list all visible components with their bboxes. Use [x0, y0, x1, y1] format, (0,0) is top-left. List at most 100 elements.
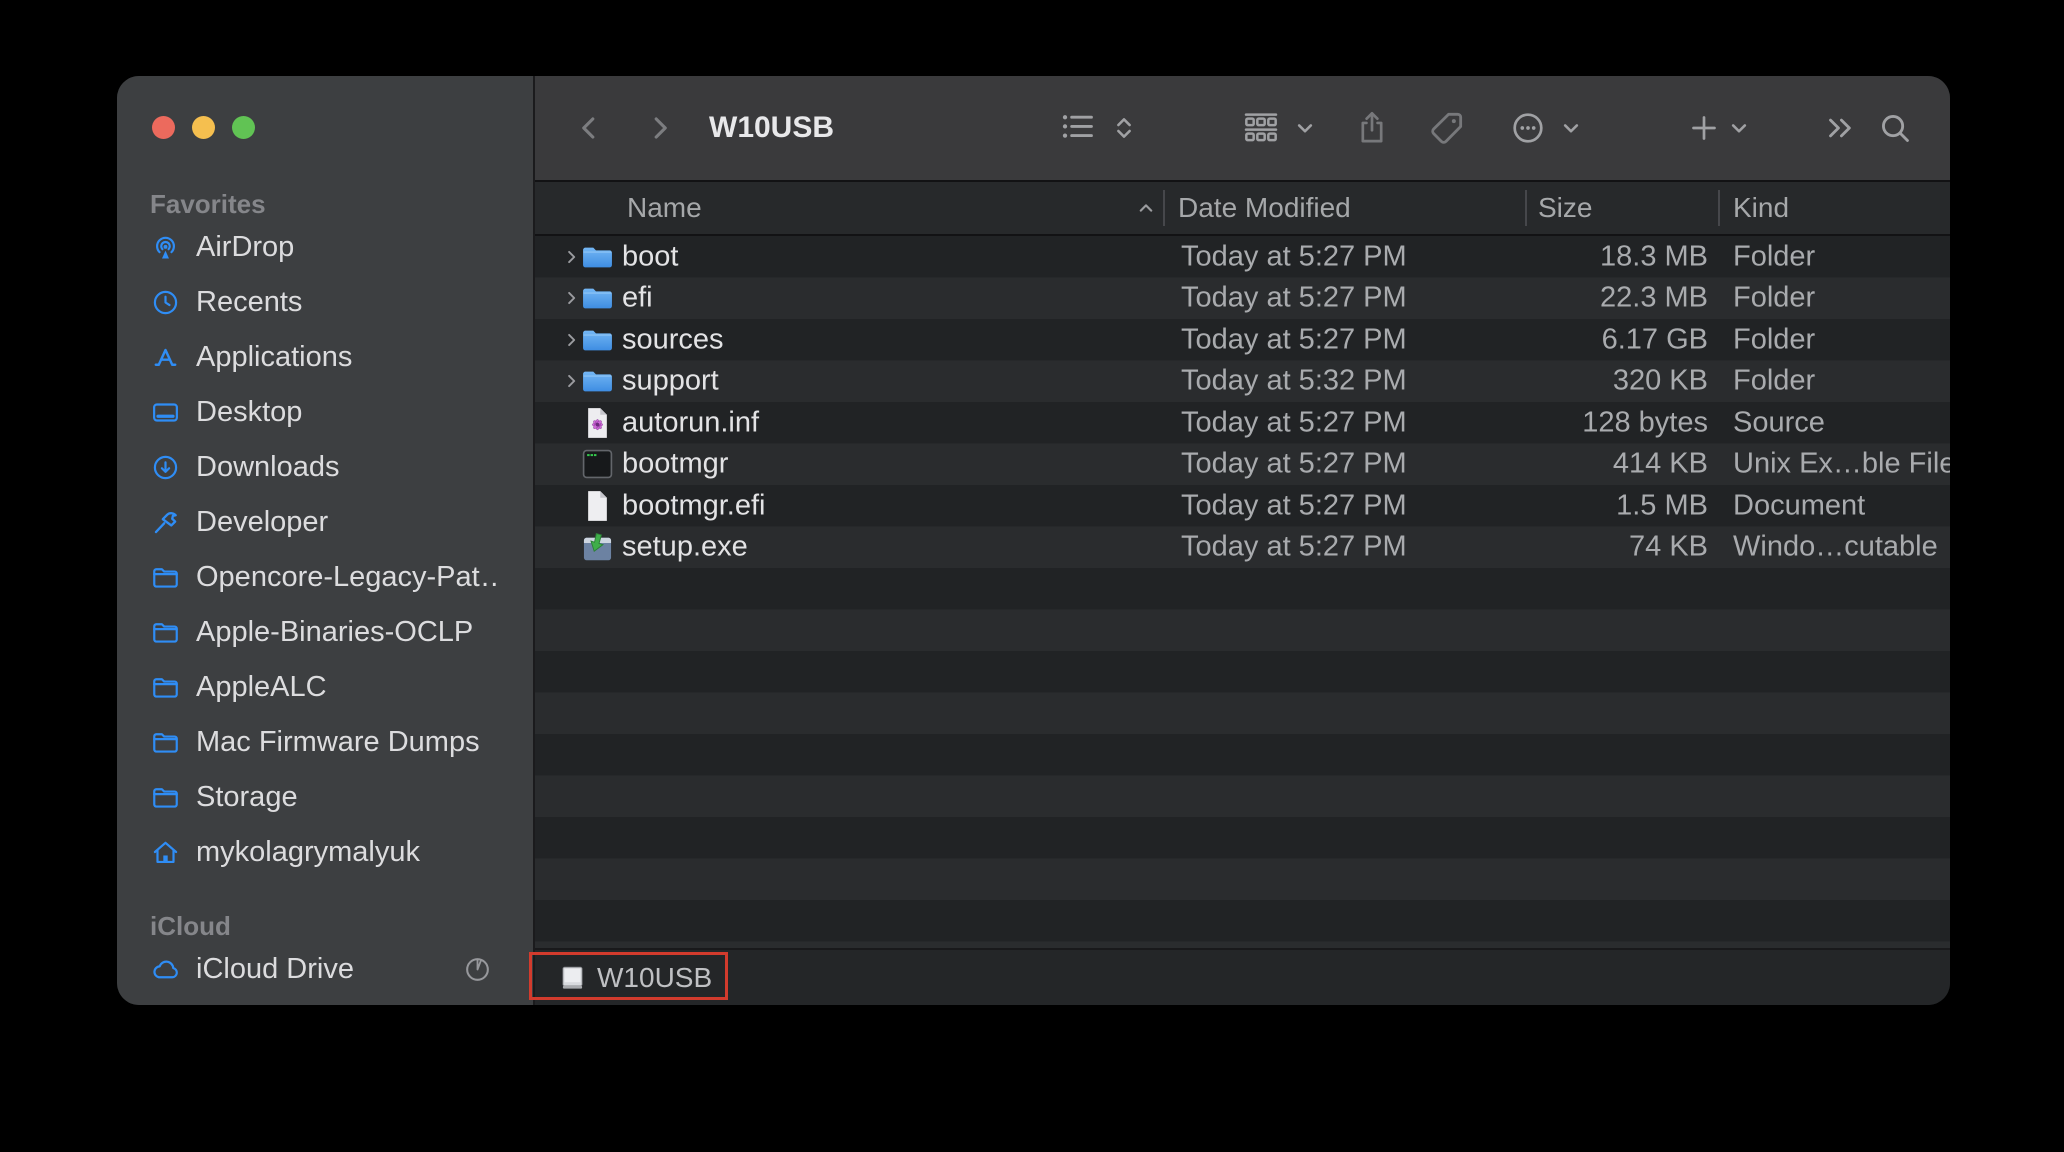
- file-name: setup.exe: [622, 530, 748, 563]
- sort-ascending-icon[interactable]: [1133, 195, 1159, 221]
- file-name: boot: [622, 240, 679, 273]
- file-row-setup-exe[interactable]: setup.exe Today at 5:27 PM 74 KB Windo…c…: [535, 527, 1950, 569]
- sidebar-item-label: Apple-Binaries-OCLP: [196, 616, 474, 648]
- sidebar-nav: Favorites AirDrop Recents Applications D…: [117, 76, 533, 997]
- file-name: bootmgr.efi: [622, 489, 766, 522]
- sidebar-item-desktop[interactable]: Desktop: [117, 385, 533, 440]
- sidebar-item-mykolagrymalyuk[interactable]: mykolagrymalyuk: [117, 825, 533, 880]
- sidebar: Favorites AirDrop Recents Applications D…: [117, 76, 535, 1005]
- sidebar-item-applealc[interactable]: AppleALC: [117, 660, 533, 715]
- disclosure-chevron-icon[interactable]: [562, 247, 581, 266]
- file-row-autorun-inf[interactable]: autorun.inf Today at 5:27 PM 128 bytes S…: [535, 402, 1950, 444]
- clock-icon: [150, 287, 181, 318]
- file-kind: Folder: [1733, 323, 1816, 356]
- sidebar-item-downloads[interactable]: Downloads: [117, 440, 533, 495]
- overflow-double-chevron-icon[interactable]: [1823, 111, 1857, 145]
- sidebar-item-label: Mac Firmware Dumps: [196, 726, 480, 758]
- sidebar-item-mac-firmware-dumps[interactable]: Mac Firmware Dumps: [117, 715, 533, 770]
- file-name: autorun.inf: [622, 406, 760, 439]
- close-button[interactable]: [152, 116, 175, 139]
- sidebar-item-label: Opencore-Legacy-Pat…: [196, 561, 496, 593]
- column-divider[interactable]: [1163, 190, 1165, 226]
- toolbar: W10USB: [535, 76, 1950, 182]
- file-size: 1.5 MB: [1616, 489, 1708, 522]
- hammer-icon: [150, 507, 181, 538]
- forward-button[interactable]: [643, 111, 677, 145]
- sidebar-item-developer[interactable]: Developer: [117, 495, 533, 550]
- sidebar-item-label: AirDrop: [196, 231, 295, 263]
- tag-icon[interactable]: [1427, 108, 1467, 148]
- column-header-date-modified[interactable]: Date Modified: [1178, 192, 1351, 224]
- sidebar-item-opencore-legacy-pat[interactable]: Opencore-Legacy-Pat…: [117, 550, 533, 605]
- file-name: support: [622, 364, 719, 397]
- column-header-size[interactable]: Size: [1538, 192, 1592, 224]
- column-divider[interactable]: [1718, 190, 1720, 226]
- sidebar-item-recents[interactable]: Recents: [117, 275, 533, 330]
- file-date-modified: Today at 5:27 PM: [1181, 489, 1407, 522]
- path-bar-volume[interactable]: W10USB: [560, 950, 712, 1005]
- share-icon[interactable]: [1353, 109, 1391, 147]
- file-kind: Folder: [1733, 281, 1816, 314]
- home-icon: [150, 837, 181, 868]
- folder-icon: [581, 365, 614, 398]
- desktop-icon: [150, 397, 181, 428]
- disclosure-chevron-icon[interactable]: [562, 330, 581, 349]
- airdrop-icon: [150, 232, 181, 263]
- column-header-kind[interactable]: Kind: [1733, 192, 1789, 224]
- sidebar-item-storage[interactable]: Storage: [117, 770, 533, 825]
- zoom-button[interactable]: [232, 116, 255, 139]
- more-actions-icon[interactable]: [1509, 109, 1547, 147]
- file-size: 320 KB: [1612, 364, 1708, 397]
- file-kind: Windo…cutable: [1733, 530, 1938, 563]
- sidebar-section-label-icloud: iCloud: [150, 911, 231, 941]
- file-row-sources[interactable]: sources Today at 5:27 PM 6.17 GB Folder: [535, 319, 1950, 361]
- file-kind: Unix Ex…ble File: [1733, 447, 1950, 480]
- file-kind: Folder: [1733, 364, 1816, 397]
- disclosure-chevron-icon[interactable]: [562, 289, 581, 308]
- download-circle-icon: [150, 452, 181, 483]
- folder-outline-icon: [150, 782, 181, 813]
- group-by-chevron-icon[interactable]: [1291, 114, 1319, 142]
- sidebar-item-label: AppleALC: [196, 671, 327, 703]
- windows-executable-icon: [581, 531, 614, 564]
- file-row-bootmgr-efi[interactable]: bootmgr.efi Today at 5:27 PM 1.5 MB Docu…: [535, 485, 1950, 527]
- more-actions-chevron-icon[interactable]: [1557, 114, 1585, 142]
- folder-outline-icon: [150, 672, 181, 703]
- file-row-boot[interactable]: boot Today at 5:27 PM 18.3 MB Folder: [535, 236, 1950, 278]
- file-name: efi: [622, 281, 653, 314]
- sidebar-item-label: mykolagrymalyuk: [196, 836, 420, 868]
- sidebar-item-applications[interactable]: Applications: [117, 330, 533, 385]
- folder-icon: [581, 282, 614, 315]
- column-header-row: Name Date Modified Size Kind: [535, 182, 1950, 236]
- view-list-icon[interactable]: [1059, 109, 1097, 147]
- disclosure-chevron-icon[interactable]: [562, 372, 581, 391]
- file-row-support[interactable]: support Today at 5:32 PM 320 KB Folder: [535, 361, 1950, 403]
- file-row-efi[interactable]: efi Today at 5:27 PM 22.3 MB Folder: [535, 278, 1950, 320]
- column-divider[interactable]: [1525, 190, 1527, 226]
- sidebar-item-apple-binaries-oclp[interactable]: Apple-Binaries-OCLP: [117, 605, 533, 660]
- column-header-name[interactable]: Name: [627, 192, 702, 224]
- new-item-chevron-icon[interactable]: [1725, 114, 1753, 142]
- path-bar-volume-label: W10USB: [597, 961, 713, 993]
- sidebar-item-icloud-drive[interactable]: iCloud Drive: [117, 942, 533, 997]
- window-title: W10USB: [709, 111, 835, 144]
- sidebar-item-label: Desktop: [196, 396, 303, 428]
- group-by-icon[interactable]: [1241, 108, 1281, 148]
- minimize-button[interactable]: [192, 116, 215, 139]
- file-size: 128 bytes: [1582, 406, 1708, 439]
- new-item-plus-icon[interactable]: [1687, 111, 1721, 145]
- back-button[interactable]: [572, 111, 606, 145]
- appstore-icon: [150, 342, 181, 373]
- sidebar-item-label: Applications: [196, 341, 353, 373]
- sidebar-item-airdrop[interactable]: AirDrop: [117, 220, 533, 275]
- view-switch-chevrons-icon[interactable]: [1109, 113, 1139, 143]
- file-size: 414 KB: [1612, 447, 1708, 480]
- file-date-modified: Today at 5:27 PM: [1181, 281, 1407, 314]
- file-row-bootmgr[interactable]: bootmgr Today at 5:27 PM 414 KB Unix Ex……: [535, 444, 1950, 486]
- file-size: 74 KB: [1629, 530, 1708, 563]
- sidebar-item-label: Recents: [196, 286, 303, 318]
- path-bar: W10USB: [535, 948, 1950, 1005]
- search-icon[interactable]: [1877, 110, 1913, 146]
- file-date-modified: Today at 5:27 PM: [1181, 530, 1407, 563]
- file-kind: Source: [1733, 406, 1825, 439]
